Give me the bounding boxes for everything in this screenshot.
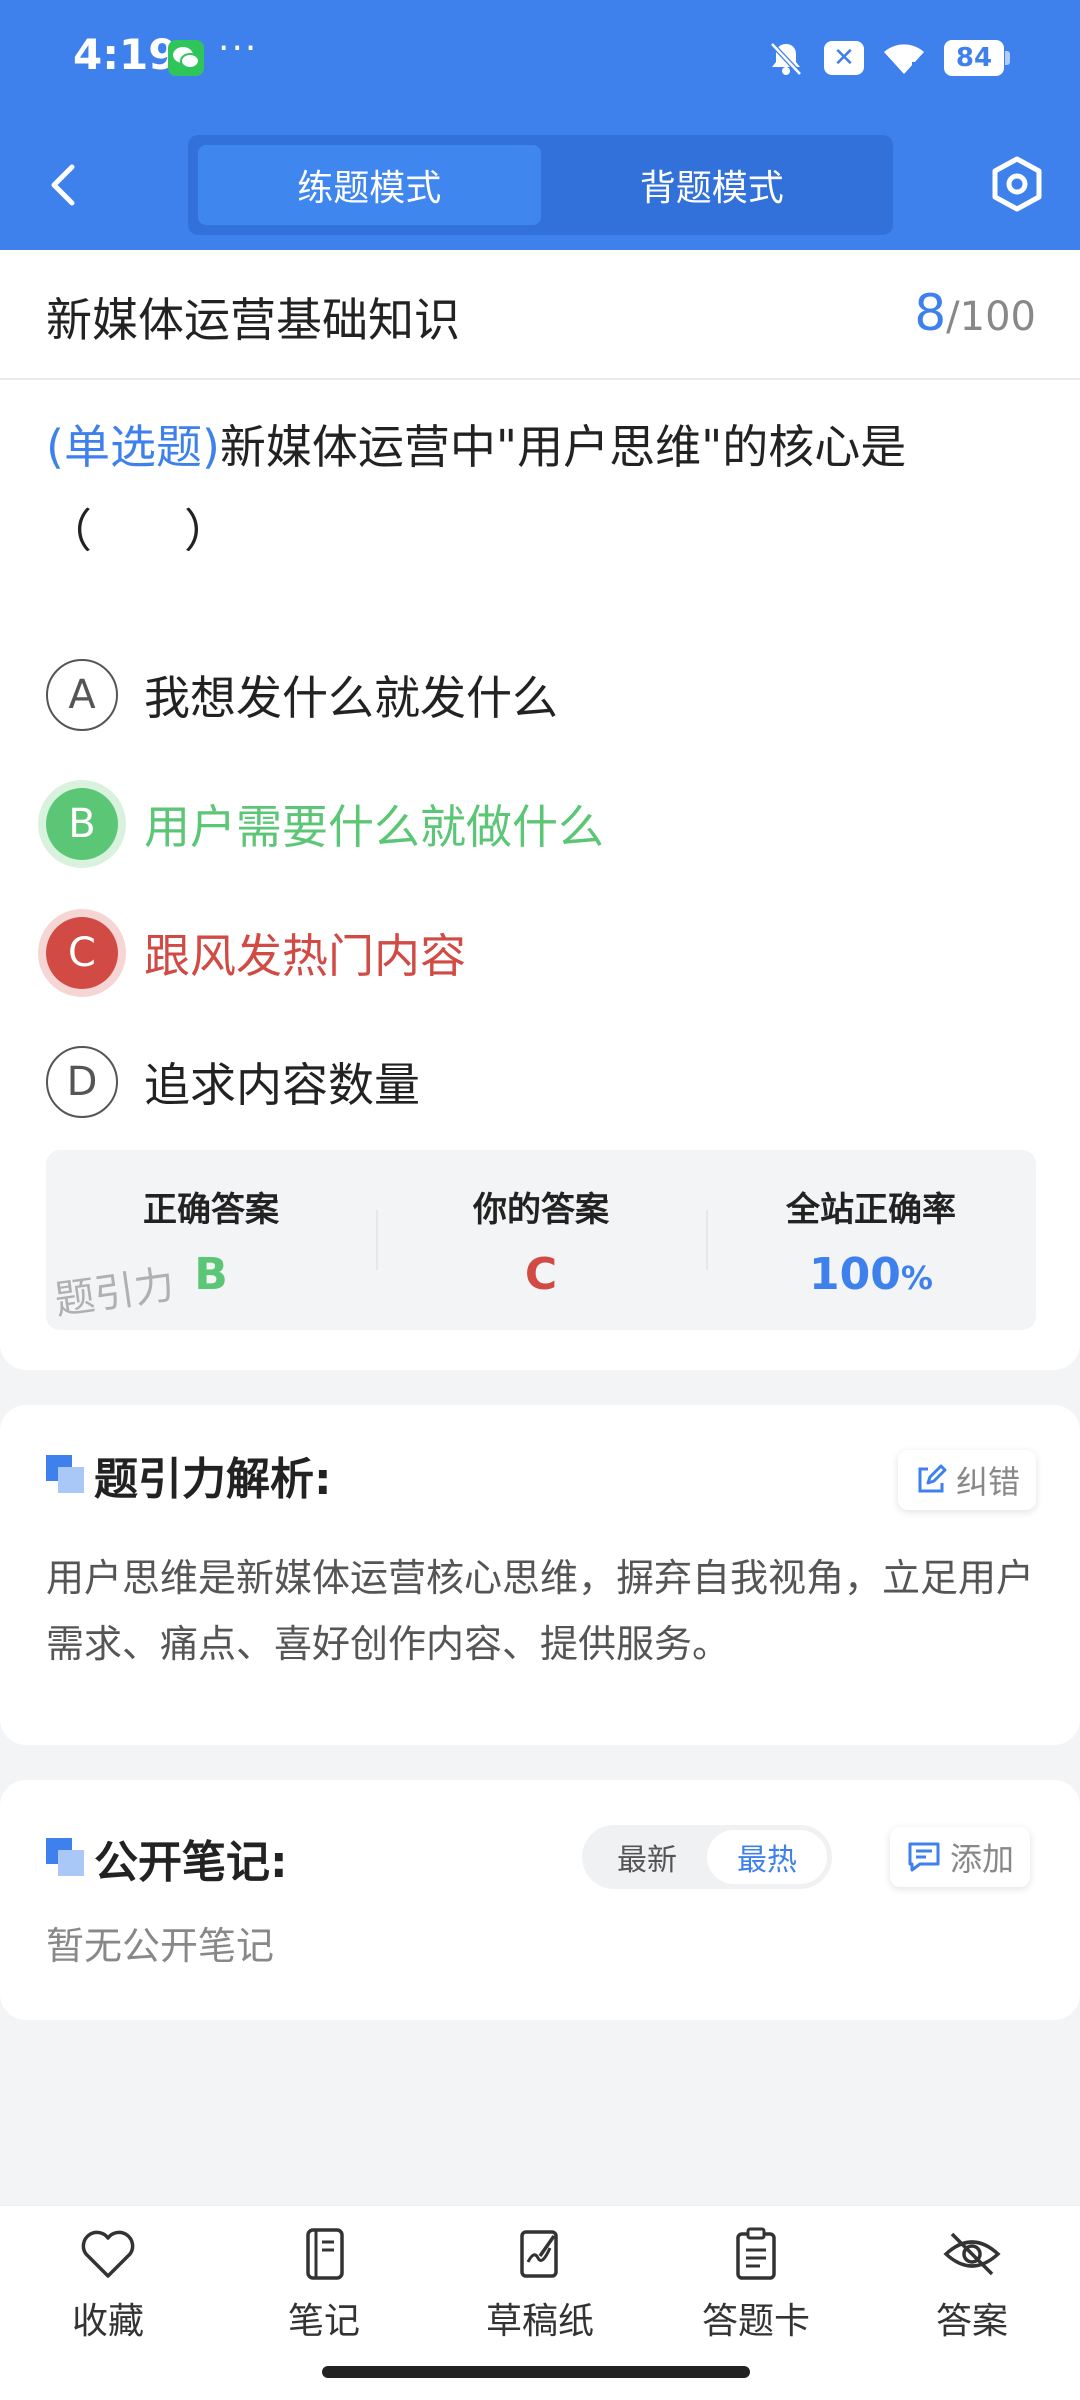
question-stem: 新媒体运营中"用户思维"的核心是 — [219, 420, 907, 474]
comment-icon — [908, 1842, 940, 1872]
section-squares-icon — [46, 1838, 84, 1876]
settings-button[interactable] — [990, 155, 1044, 213]
heart-icon — [81, 2230, 135, 2278]
option-d[interactable]: D 追求内容数量 — [46, 1042, 1036, 1122]
battery-icon: 84 — [944, 40, 1010, 76]
draft-paper-icon — [520, 2230, 558, 2278]
your-answer-value: C — [524, 1249, 558, 1300]
question-progress: 8/100 — [914, 284, 1036, 342]
accuracy-label: 全站正确率 — [786, 1190, 956, 1230]
answer-summary: 正确答案 B 你的答案 C 全站正确率 100% — [46, 1150, 1036, 1330]
report-error-button[interactable]: 纠错 — [898, 1450, 1037, 1510]
option-letter: B — [46, 788, 118, 860]
analysis-text: 用户思维是新媒体运营核心思维，摒弃自我视角，立足用户需求、痛点、喜好创作内容、提… — [46, 1556, 1035, 1666]
app-header: 4:19 ··· ✕ 84 练题模式 背题模式 — [0, 0, 1080, 250]
option-letter: C — [46, 917, 118, 989]
nav-draft-paper-label: 草稿纸 — [485, 2301, 594, 2342]
nav-answer-label: 答案 — [935, 2301, 1008, 2342]
subject-title: 新媒体运营基础知识 — [46, 293, 460, 347]
question-card: 新媒体运营基础知识 8/100 (单选题)新媒体运营中"用户思维"的核心是 （ … — [0, 250, 1080, 1370]
nav-notes[interactable]: 笔记 — [244, 2226, 404, 2344]
question-blank: （ ） — [46, 504, 230, 558]
option-a[interactable]: A 我想发什么就发什么 — [46, 655, 1036, 735]
your-answer-col: 你的答案 C — [376, 1150, 706, 1330]
accuracy-number: 100 — [809, 1249, 901, 1300]
notebook-icon — [306, 2228, 344, 2280]
sort-hottest[interactable]: 最热 — [707, 1830, 827, 1884]
option-b[interactable]: B 用户需要什么就做什么 — [46, 784, 1036, 864]
more-notifications-icon: ··· — [218, 28, 259, 69]
nav-favorite[interactable]: 收藏 — [28, 2226, 188, 2344]
wechat-icon — [168, 40, 204, 76]
tab-practice-mode[interactable]: 练题模式 — [198, 145, 541, 225]
nav-draft-paper[interactable]: 草稿纸 — [460, 2226, 620, 2344]
question-text: (单选题)新媒体运营中"用户思维"的核心是 （ ） — [46, 405, 1036, 573]
add-note-button[interactable]: 添加 — [890, 1827, 1031, 1887]
option-c[interactable]: C 跟风发热门内容 — [46, 913, 1036, 993]
nav-answer-card-label: 答题卡 — [701, 2301, 810, 2342]
correct-answer-label: 正确答案 — [143, 1190, 279, 1230]
question-type: (单选题) — [46, 420, 220, 474]
report-error-label: 纠错 — [956, 1463, 1021, 1501]
tab-memorize-mode[interactable]: 背题模式 — [541, 145, 884, 225]
close-badge-icon: ✕ — [824, 41, 864, 75]
wifi-icon — [884, 44, 924, 74]
status-icons: ✕ 84 — [766, 36, 1010, 80]
status-time: 4:19 — [73, 30, 178, 79]
accuracy-col: 全站正确率 100% — [706, 1150, 1036, 1330]
no-notes-text: 暂无公开笔记 — [46, 1924, 275, 1968]
option-text: 我想发什么就发什么 — [144, 671, 558, 725]
notes-card: 公开笔记: 最新 最热 添加 暂无公开笔记 — [0, 1780, 1080, 2020]
nav-answer-card[interactable]: 答题卡 — [676, 2226, 836, 2344]
accuracy-unit: % — [900, 1259, 933, 1297]
sort-latest[interactable]: 最新 — [587, 1830, 707, 1884]
option-letter: D — [46, 1046, 118, 1118]
analysis-card: 题引力解析: 纠错 用户思维是新媒体运营核心思维，摒弃自我视角，立足用户需求、痛… — [0, 1405, 1080, 1745]
status-bar: 4:19 ··· ✕ 84 — [0, 0, 1080, 118]
add-note-label: 添加 — [950, 1840, 1015, 1878]
option-text: 跟风发热门内容 — [144, 929, 466, 983]
nav-answer[interactable]: 答案 — [892, 2226, 1052, 2344]
edit-icon — [918, 1464, 947, 1493]
nav-notes-label: 笔记 — [287, 2301, 360, 2342]
option-text: 用户需要什么就做什么 — [144, 800, 604, 854]
back-button[interactable] — [40, 155, 90, 215]
accuracy-value: 100% — [706, 1249, 1036, 1300]
nav-favorite-label: 收藏 — [71, 2301, 144, 2342]
subject-row: 新媒体运营基础知识 8/100 — [0, 250, 1080, 380]
option-text: 追求内容数量 — [144, 1058, 420, 1112]
mode-switch: 练题模式 背题模式 — [188, 135, 893, 235]
analysis-title: 题引力解析: — [94, 1454, 332, 1505]
answer-card-icon — [736, 2227, 776, 2280]
chevron-left-icon — [51, 164, 75, 206]
current-question-number: 8 — [914, 284, 947, 342]
your-answer-label: 你的答案 — [473, 1190, 609, 1230]
notes-title: 公开笔记: — [94, 1837, 288, 1888]
notes-sort-toggle: 最新 最热 — [582, 1825, 832, 1889]
home-indicator[interactable] — [322, 2366, 750, 2378]
hexagon-settings-icon — [992, 156, 1042, 212]
total-questions: /100 — [946, 294, 1036, 340]
eye-off-icon — [943, 2232, 1001, 2276]
option-letter: A — [46, 659, 118, 731]
mute-bell-icon — [770, 42, 802, 76]
section-squares-icon — [46, 1455, 84, 1493]
